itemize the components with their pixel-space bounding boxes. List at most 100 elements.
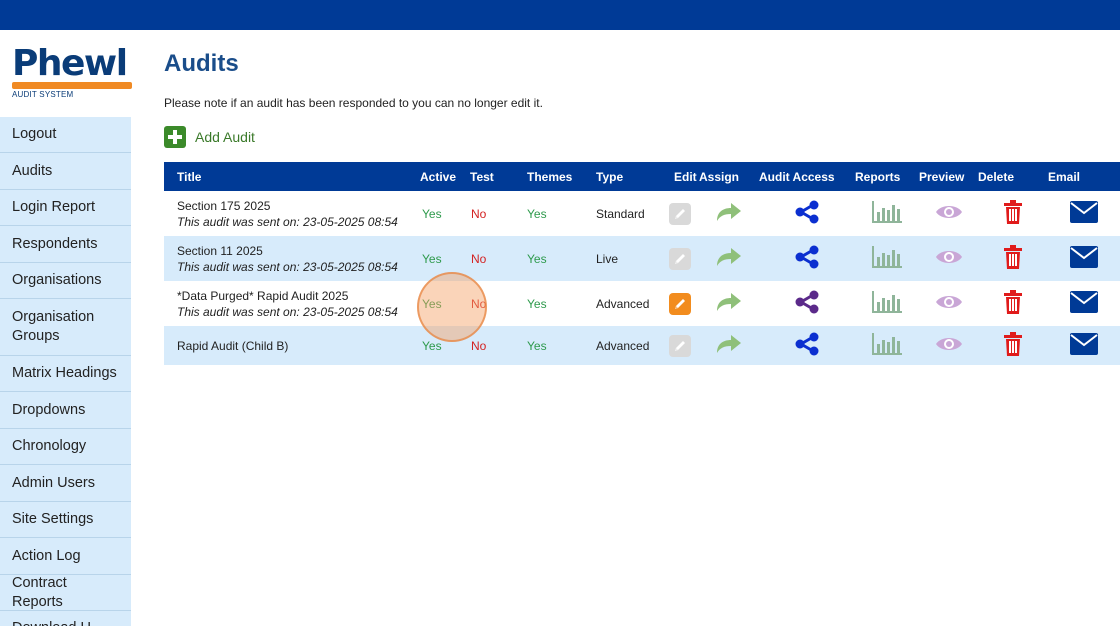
cell-active[interactable]: Yes (406, 281, 466, 326)
audit-title[interactable]: Rapid Audit (Child B) (177, 338, 406, 354)
sidebar-item-chronology[interactable]: Chronology (0, 429, 131, 465)
sidebar-item-action-log[interactable]: Action Log (0, 538, 131, 575)
cell-themes[interactable]: Yes (513, 281, 581, 326)
header-edit: Edit (659, 162, 699, 191)
share-icon[interactable] (794, 290, 820, 317)
cell-active[interactable]: Yes (406, 236, 466, 281)
sidebar-item-label: Chronology (12, 438, 87, 454)
trash-icon[interactable] (1003, 245, 1023, 272)
envelope-icon[interactable] (1070, 201, 1098, 226)
sidebar-item-site-settings[interactable]: Site Settings (0, 502, 131, 538)
audit-title[interactable]: *Data Purged* Rapid Audit 2025 (177, 288, 406, 304)
plus-icon (164, 126, 186, 148)
cell-themes[interactable]: Yes (513, 191, 581, 236)
cell-delete (978, 236, 1048, 281)
cell-audit-access (759, 191, 855, 236)
bar-chart-icon[interactable] (871, 290, 903, 317)
cell-assign (699, 326, 759, 365)
bar-chart-icon[interactable] (871, 332, 903, 359)
forward-arrow-icon[interactable] (715, 291, 743, 316)
cell-edit (659, 281, 699, 326)
sidebar-item-audits[interactable]: Audits (0, 153, 131, 190)
sidebar-item-label: Download U... (12, 619, 103, 626)
sidebar-item-admin-users[interactable]: Admin Users (0, 465, 131, 502)
sidebar-item-login-report[interactable]: Login Report (0, 190, 131, 226)
trash-icon[interactable] (1003, 290, 1023, 317)
share-icon[interactable] (794, 332, 820, 359)
eye-icon[interactable] (935, 203, 963, 224)
sidebar-item-logout[interactable]: Logout (0, 117, 131, 153)
cell-assign (699, 191, 759, 236)
cell-delete (978, 281, 1048, 326)
edit-note: Please note if an audit has been respond… (164, 96, 543, 110)
cell-edit (659, 236, 699, 281)
cell-email (1048, 191, 1120, 236)
cell-edit (659, 326, 699, 365)
header-active[interactable]: Active (406, 162, 466, 191)
cell-test[interactable]: No (466, 326, 513, 365)
cell-type: Standard (581, 191, 659, 236)
logo-word: Phewl (12, 43, 128, 84)
cell-test[interactable]: No (466, 281, 513, 326)
sidebar-item-dropdowns[interactable]: Dropdowns (0, 392, 131, 429)
cell-title: Section 11 2025 This audit was sent on: 2… (164, 236, 406, 281)
sidebar-item-download-u[interactable]: Download U... (0, 611, 131, 626)
cell-reports (855, 281, 919, 326)
cell-themes[interactable]: Yes (513, 326, 581, 365)
cell-preview (919, 191, 978, 236)
sidebar-item-organisation-groups[interactable]: Organisation Groups (0, 299, 131, 356)
pencil-icon (669, 202, 691, 225)
sidebar-item-respondents[interactable]: Respondents (0, 226, 131, 263)
forward-arrow-icon[interactable] (715, 246, 743, 271)
bar-chart-icon[interactable] (871, 245, 903, 272)
audit-title[interactable]: Section 11 2025 (177, 243, 406, 259)
cell-themes[interactable]: Yes (513, 236, 581, 281)
eye-icon[interactable] (935, 335, 963, 356)
audit-sent-date: This audit was sent on: 23-05-2025 08:54 (177, 259, 398, 274)
envelope-icon[interactable] (1070, 333, 1098, 358)
cell-active[interactable]: Yes (406, 326, 466, 365)
trash-icon[interactable] (1003, 200, 1023, 227)
header-delete: Delete (978, 162, 1048, 191)
table-row: *Data Purged* Rapid Audit 2025 This audit… (164, 281, 1120, 326)
sidebar-item-matrix-headings[interactable]: Matrix Headings (0, 356, 131, 392)
envelope-icon[interactable] (1070, 246, 1098, 271)
table-row: Section 11 2025 This audit was sent on: 2… (164, 236, 1120, 281)
eye-icon[interactable] (935, 293, 963, 314)
sidebar-item-label: Action Log (12, 547, 81, 564)
audit-sent-date: This audit was sent on: 23-05-2025 08:54 (177, 304, 398, 319)
share-icon[interactable] (794, 245, 820, 272)
phewl-logo[interactable]: Phewl AUDIT SYSTEM (12, 44, 134, 100)
audit-title[interactable]: Section 175 2025 (177, 198, 406, 214)
add-audit-button[interactable]: Add Audit (164, 126, 255, 148)
cell-active[interactable]: Yes (406, 191, 466, 236)
cell-title: Section 175 2025 This audit was sent on: … (164, 191, 406, 236)
cell-reports (855, 236, 919, 281)
header-themes[interactable]: Themes (513, 162, 581, 191)
cell-delete (978, 326, 1048, 365)
cell-title: *Data Purged* Rapid Audit 2025 This audit… (164, 281, 406, 326)
cell-audit-access (759, 236, 855, 281)
header-title[interactable]: Title (164, 162, 406, 191)
sidebar-item-label: Dropdowns (12, 401, 86, 418)
eye-icon[interactable] (935, 248, 963, 269)
sidebar-item-contract-reports[interactable]: Contract Reports (0, 575, 131, 611)
forward-arrow-icon[interactable] (715, 333, 743, 358)
trash-icon[interactable] (1003, 332, 1023, 359)
sidebar-nav: Logout Audits Login Report Respondents Organ… (0, 117, 131, 626)
share-icon[interactable] (794, 200, 820, 227)
cell-email (1048, 281, 1120, 326)
pencil-icon (669, 247, 691, 270)
sidebar-item-organisations[interactable]: Organisations (0, 263, 131, 299)
cell-reports (855, 326, 919, 365)
forward-arrow-icon[interactable] (715, 201, 743, 226)
header-assign: Assign (699, 162, 759, 191)
envelope-icon[interactable] (1070, 291, 1098, 316)
pencil-icon[interactable] (669, 292, 691, 315)
header-type[interactable]: Type (581, 162, 659, 191)
sidebar-item-label: Logout (12, 126, 57, 142)
header-test[interactable]: Test (466, 162, 513, 191)
cell-test[interactable]: No (466, 236, 513, 281)
cell-test[interactable]: No (466, 191, 513, 236)
bar-chart-icon[interactable] (871, 200, 903, 227)
